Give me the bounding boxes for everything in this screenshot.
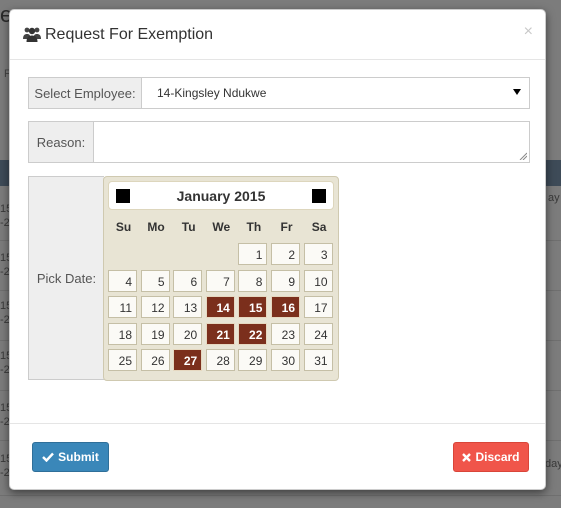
- calendar-day-14[interactable]: 14: [205, 296, 235, 319]
- weekday-label: We: [212, 220, 231, 234]
- next-month-icon[interactable]: [312, 189, 326, 203]
- calendar-day-26[interactable]: 26: [140, 349, 170, 372]
- employee-label: Select Employee:: [29, 78, 142, 108]
- weekday-label: Th: [246, 220, 262, 234]
- calendar-day-3[interactable]: 3: [303, 243, 333, 265]
- submit-button-label: Submit: [58, 450, 99, 464]
- calendar-day-13[interactable]: 13: [173, 296, 203, 319]
- calendar-day-15[interactable]: 15: [238, 296, 268, 319]
- background-right-text: ay: [548, 192, 560, 204]
- employee-field-group: Select Employee: 14-Kingsley Ndukwe: [28, 77, 530, 109]
- calendar-day-28[interactable]: 28: [205, 349, 235, 372]
- calendar-day-1[interactable]: 1: [238, 243, 268, 265]
- calendar-day-12[interactable]: 12: [140, 296, 170, 319]
- calendar-day-11[interactable]: 11: [108, 296, 137, 319]
- calendar-day-29[interactable]: 29: [238, 349, 268, 372]
- modal-header: Request For Exemption ×: [10, 10, 545, 60]
- calendar-day-19[interactable]: 19: [140, 322, 170, 345]
- calendar-day-20[interactable]: 20: [173, 322, 203, 345]
- discard-button-label: Discard: [475, 450, 520, 464]
- calendar-weekdays: Su Mo Tu We Th Fr Sa: [108, 220, 336, 236]
- weekday-label: Su: [115, 220, 132, 234]
- calendar-day-24[interactable]: 24: [303, 322, 333, 345]
- employee-select[interactable]: 14-Kingsley Ndukwe: [142, 78, 529, 108]
- employee-select-value: 14-Kingsley Ndukwe: [157, 86, 267, 100]
- calendar-day-2[interactable]: 2: [271, 243, 300, 265]
- calendar-header: January 2015: [108, 181, 334, 210]
- weekday-label: Sa: [311, 220, 327, 234]
- background-right-text: day: [545, 458, 561, 470]
- check-icon: [42, 452, 55, 462]
- calendar-day-10[interactable]: 10: [303, 269, 333, 292]
- calendar-day-16[interactable]: 16: [271, 296, 300, 319]
- submit-button[interactable]: Submit: [32, 442, 109, 472]
- modal-title: Request For Exemption: [45, 26, 214, 43]
- reason-label: Reason:: [29, 122, 94, 162]
- weekday-label: Tu: [181, 220, 196, 234]
- resize-handle-icon[interactable]: [519, 152, 527, 160]
- exemption-modal: Request For Exemption × Select Employee:…: [9, 9, 546, 490]
- date-picker-calendar: January 2015 Su Mo Tu We Th Fr Sa 1 2 3 4 5 6 7 8 9 10 1…: [103, 176, 339, 381]
- calendar-day-8[interactable]: 8: [238, 269, 268, 292]
- calendar-day-5[interactable]: 5: [140, 269, 170, 292]
- caret-down-icon: [513, 89, 521, 95]
- calendar-day-9[interactable]: 9: [271, 269, 300, 292]
- weekday-label: Fr: [280, 220, 293, 234]
- calendar-day-6[interactable]: 6: [173, 269, 203, 292]
- calendar-day-22[interactable]: 22: [238, 322, 268, 345]
- calendar-day-25[interactable]: 25: [108, 349, 137, 372]
- reason-field-group: Reason:: [28, 121, 530, 163]
- calendar-day-4[interactable]: 4: [108, 269, 137, 292]
- times-icon: [462, 452, 472, 462]
- calendar-month-label: January 2015: [176, 188, 266, 204]
- modal-footer-divider: [10, 423, 545, 424]
- weekday-label: Mo: [147, 220, 165, 234]
- close-button[interactable]: ×: [524, 23, 533, 41]
- date-field-group: Pick Date:: [28, 176, 104, 380]
- calendar-day-7[interactable]: 7: [205, 269, 235, 292]
- calendar-day-27[interactable]: 27: [173, 349, 203, 372]
- reason-textarea[interactable]: [94, 122, 529, 162]
- date-label: Pick Date:: [29, 177, 104, 379]
- calendar-day-17[interactable]: 17: [303, 296, 333, 319]
- calendar-day-21[interactable]: 21: [205, 322, 235, 345]
- calendar-day-23[interactable]: 23: [271, 322, 300, 345]
- discard-button[interactable]: Discard: [453, 442, 529, 472]
- calendar-day-30[interactable]: 30: [271, 349, 300, 372]
- calendar-day-31[interactable]: 31: [303, 349, 333, 372]
- background-row-divider: [0, 495, 561, 496]
- users-icon: [23, 27, 41, 42]
- calendar-day-18[interactable]: 18: [108, 322, 137, 345]
